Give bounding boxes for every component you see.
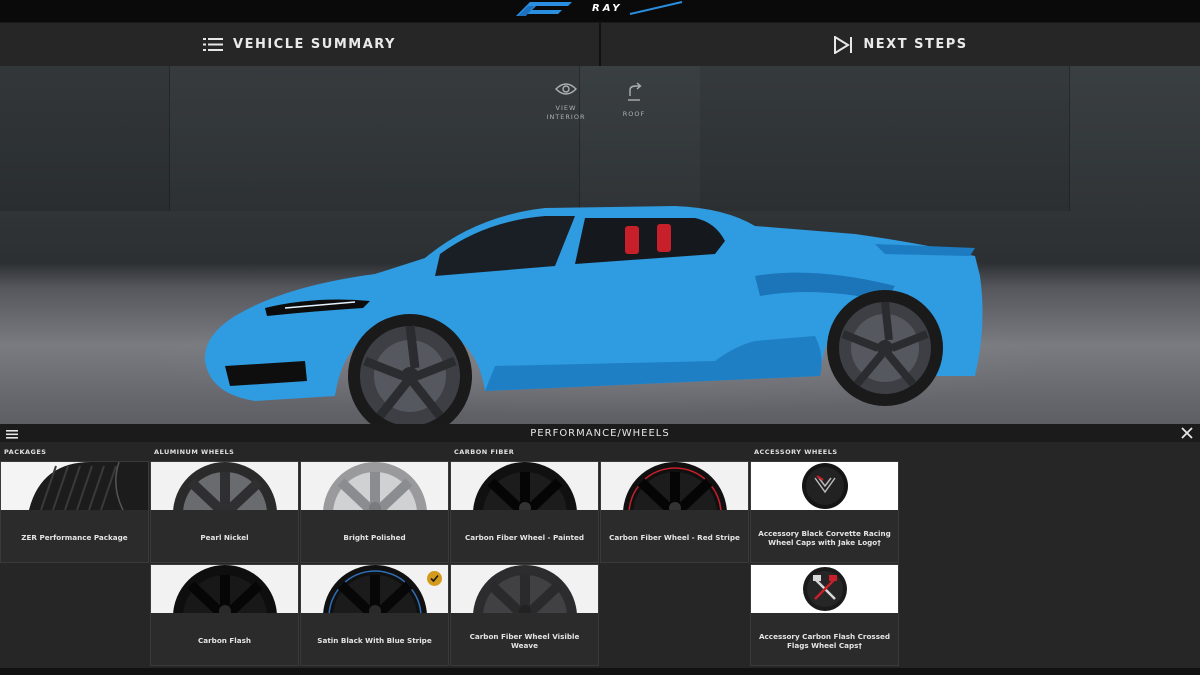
option-name: ZER Performance Package [21,533,128,543]
option-bright-polished[interactable]: Bright Polished [300,461,449,563]
category-aluminum-wheels: ALUMINUM WHEELS [154,448,235,456]
view-interior-button[interactable]: VIEW INTERIOR [536,82,596,122]
roof-label: ROOF [622,110,646,118]
roof-icon [624,82,644,107]
list-icon [203,37,224,52]
option-name: Carbon Flash [198,636,251,646]
wheel-image [451,565,598,613]
eye-icon [555,82,577,101]
wheel-image [151,462,298,510]
svg-text:RAY: RAY [592,3,623,14]
wheel-image [601,462,748,510]
option-satin-black-blue-stripe[interactable]: Satin Black With Blue Stripe [300,564,449,666]
option-pearl-nickel[interactable]: Pearl Nickel [150,461,299,563]
option-name: Pearl Nickel [200,533,249,543]
option-name: Carbon Fiber Wheel Visible Weave [469,631,580,651]
wheel-image [301,462,448,510]
panel-header: PERFORMANCE/WHEELS [0,424,1200,442]
tab-label: VEHICLE SUMMARY [233,37,396,52]
option-carbon-fiber-painted[interactable]: Carbon Fiber Wheel - Painted [450,461,599,563]
wheel-image [451,462,598,510]
tab-vehicle-summary[interactable]: VEHICLE SUMMARY [0,23,599,66]
view-interior-label: VIEW INTERIOR [546,104,586,121]
tab-next-steps[interactable]: NEXT STEPS [599,23,1200,66]
tire-image [1,462,148,510]
option-name: Carbon Fiber Wheel - Red Stripe [609,533,740,543]
option-accessory-black-wheel-caps[interactable]: Accessory Black Corvette Racing Wheel Ca… [750,461,899,563]
panel-title: PERFORMANCE/WHEELS [530,427,670,439]
wall-panel [0,66,170,211]
play-icon [833,35,853,54]
category-accessory-wheels: ACCESSORY WHEELS [754,448,838,456]
option-zer-performance-package[interactable]: ZER Performance Package [0,461,149,563]
option-name: Carbon Fiber Wheel - Painted [464,533,585,543]
wheel-cap-image [751,565,898,613]
bottom-strip [0,668,1200,675]
tab-label: NEXT STEPS [863,37,968,52]
option-carbon-flash[interactable]: Carbon Flash [150,564,299,666]
menu-icon[interactable] [6,427,18,439]
wheel-cap-image [751,462,898,510]
wheel-image [151,565,298,613]
roof-button[interactable]: ROOF [604,82,664,119]
logo-strip: RAY [0,0,1200,22]
option-name: Satin Black With Blue Stripe [317,636,432,646]
category-packages: PACKAGES [4,448,47,456]
close-icon[interactable] [1180,426,1194,440]
category-carbon-fiber: CARBON FIBER [454,448,515,456]
option-name: Accessory Black Corvette Racing Wheel Ca… [758,528,891,548]
options-grid: PACKAGES ALUMINUM WHEELS CARBON FIBER AC… [0,442,1200,675]
option-accessory-crossed-flags-caps[interactable]: Accessory Carbon Flash Crossed Flags Whe… [750,564,899,666]
option-name: Bright Polished [343,533,406,543]
option-carbon-fiber-red-stripe[interactable]: Carbon Fiber Wheel - Red Stripe [600,461,749,563]
e-ray-logo: RAY [516,1,683,16]
option-name: Accessory Carbon Flash Crossed Flags Whe… [758,631,890,651]
rear-wheel [827,290,943,406]
selected-check-icon [427,571,442,586]
car-image [204,206,983,424]
header-tabs: VEHICLE SUMMARY NEXT STEPS [0,22,1200,66]
wheel-image [301,565,448,613]
option-carbon-fiber-visible-weave[interactable]: Carbon Fiber Wheel Visible Weave [450,564,599,666]
vehicle-stage[interactable]: VIEW INTERIOR ROOF [0,66,1200,424]
